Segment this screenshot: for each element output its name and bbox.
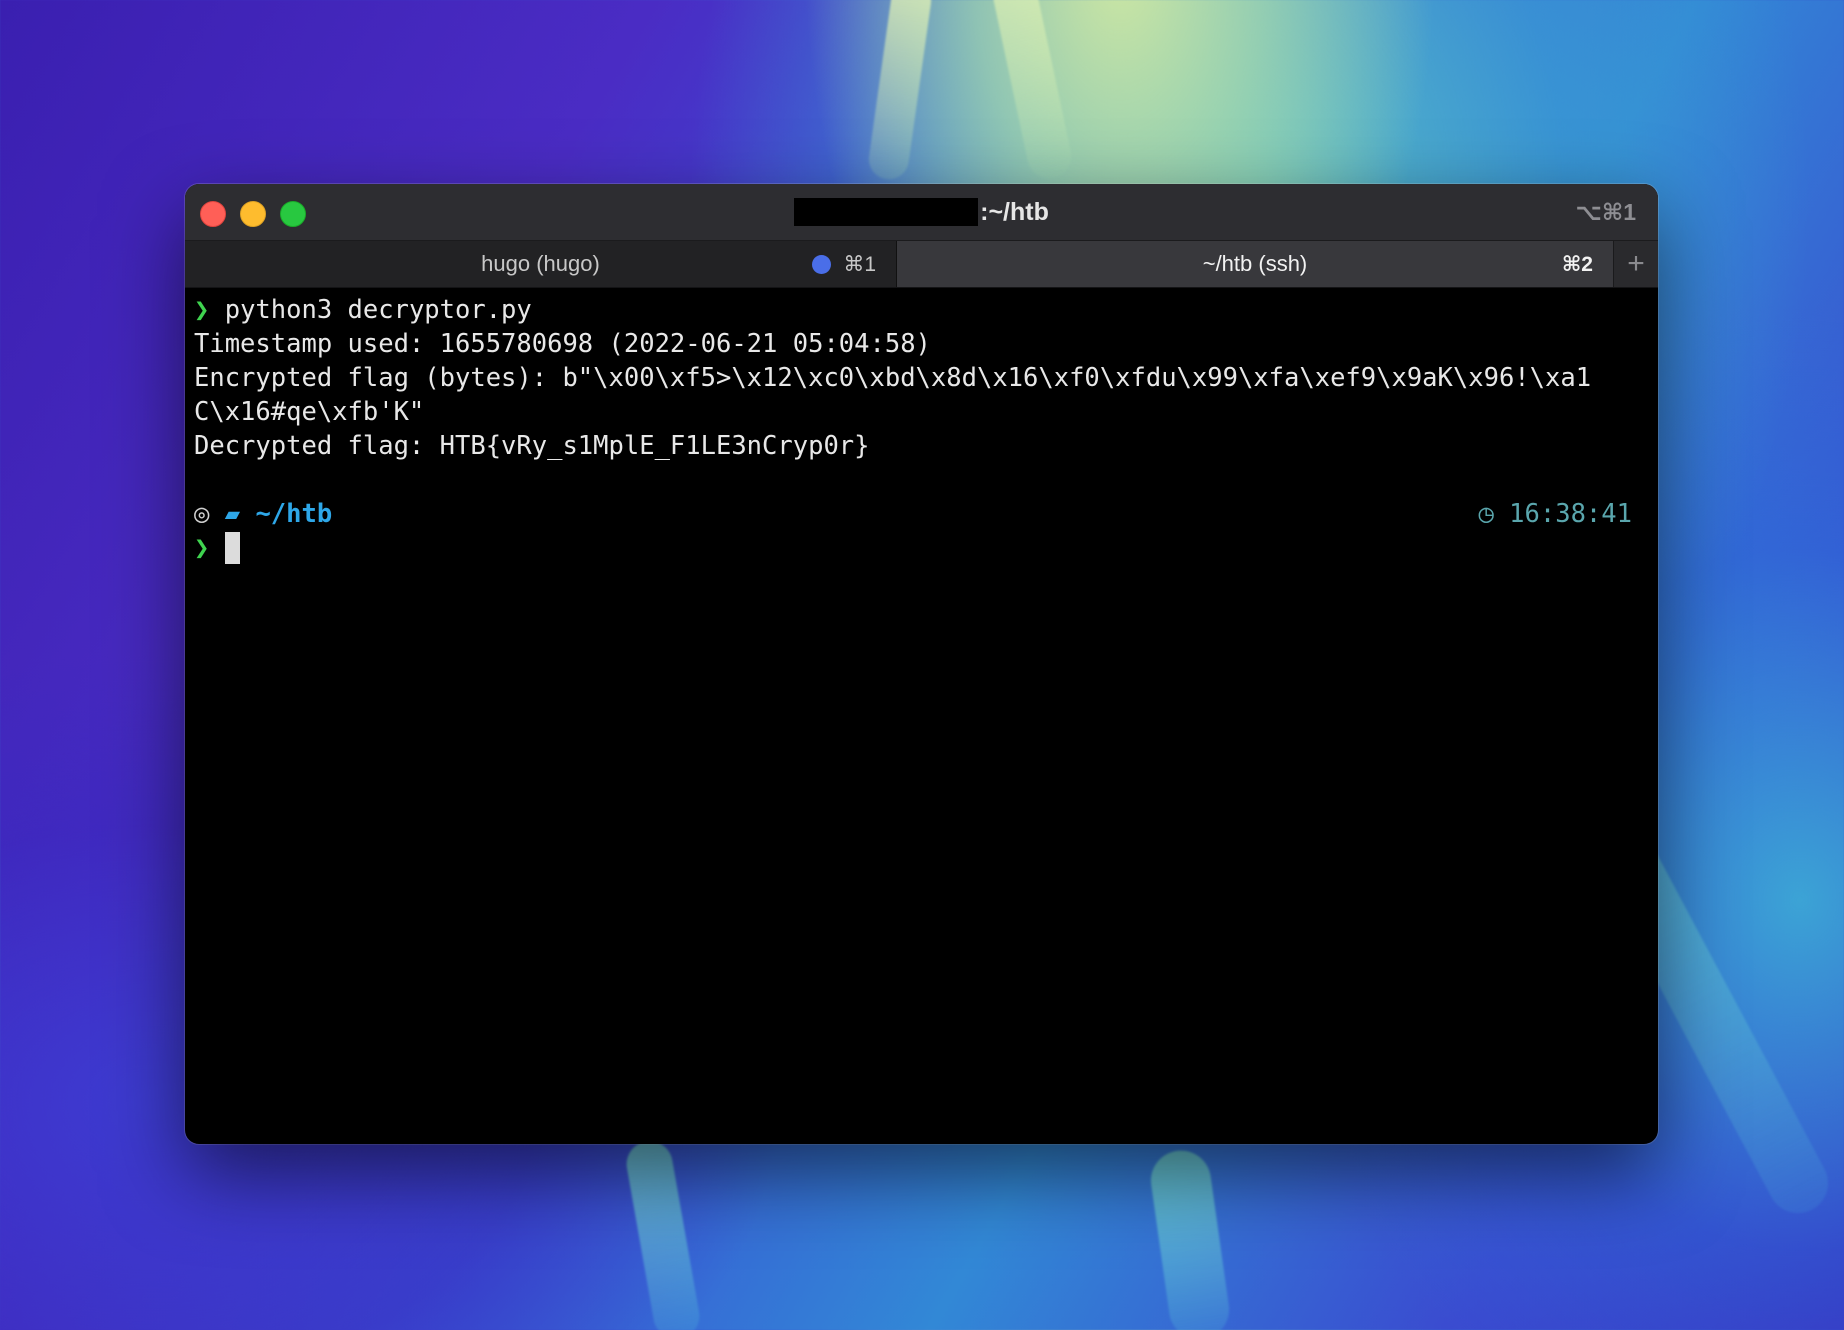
prompt-chevron-icon: ❯ [194, 295, 210, 325]
tab-bar: hugo (hugo) ⌘1 ~/htb (ssh) ⌘2 + [185, 241, 1658, 288]
prompt-chevron-icon: ❯ [194, 533, 210, 563]
window-title: :~/htb [185, 184, 1658, 240]
plus-icon: + [1627, 247, 1645, 280]
current-directory: ~/htb [255, 499, 333, 529]
wallpaper-streak [866, 0, 934, 182]
new-tab-button[interactable]: + [1613, 241, 1658, 287]
tab-shortcut-label: ⌘2 [1561, 252, 1593, 276]
debian-os-icon: ◎ [194, 499, 210, 529]
title-bar[interactable]: :~/htb ⌥⌘1 [185, 184, 1658, 241]
prompt-status-line: ◎ ▰ ~/htb ◷ 16:38:41 [194, 497, 1648, 531]
prompt-time: ◷ 16:38:41 [1478, 497, 1632, 531]
output-line: C\x16#qe\xfb'K" [194, 397, 425, 427]
terminal-output[interactable]: ❯ python3 decryptor.py Timestamp used: 1… [194, 288, 1648, 1144]
tab-shortcut-label: ⌘1 [843, 252, 876, 276]
command-text: python3 decryptor.py [224, 295, 532, 325]
wallpaper-streak [622, 1137, 704, 1330]
input-line[interactable]: ❯ [194, 531, 1648, 565]
clock-icon: ◷ [1478, 499, 1494, 529]
command-line: ❯ python3 decryptor.py [194, 293, 1648, 327]
window-title-path: :~/htb [980, 197, 1049, 226]
folder-icon: ▰ [224, 499, 241, 529]
tab-label: ~/htb (ssh) [1202, 251, 1308, 276]
time-text: 16:38:41 [1509, 499, 1632, 529]
window-shortcut: ⌥⌘1 [1575, 198, 1636, 225]
tab-hugo[interactable]: hugo (hugo) ⌘1 [185, 241, 897, 287]
terminal-window: :~/htb ⌥⌘1 hugo (hugo) ⌘1 ~/htb (ssh) ⌘2… [185, 184, 1658, 1144]
text-cursor [224, 532, 240, 564]
output-line: Decrypted flag: HTB{vRy_s1MplE_F1LE3nCry… [194, 431, 870, 461]
tab-htb-ssh[interactable]: ~/htb (ssh) ⌘2 [897, 241, 1613, 287]
activity-dot-icon [812, 254, 832, 274]
wallpaper-streak [988, 0, 1076, 183]
tab-label: hugo (hugo) [481, 251, 600, 276]
output-line: Encrypted flag (bytes): b"\x00\xf5>\x12\… [194, 363, 1592, 393]
output-line: Timestamp used: 1655780698 (2022-06-21 0… [194, 329, 931, 359]
wallpaper-streak [1147, 1146, 1233, 1330]
tab-shortcut: ⌘1 [812, 241, 876, 287]
redacted-hostname [794, 198, 979, 226]
